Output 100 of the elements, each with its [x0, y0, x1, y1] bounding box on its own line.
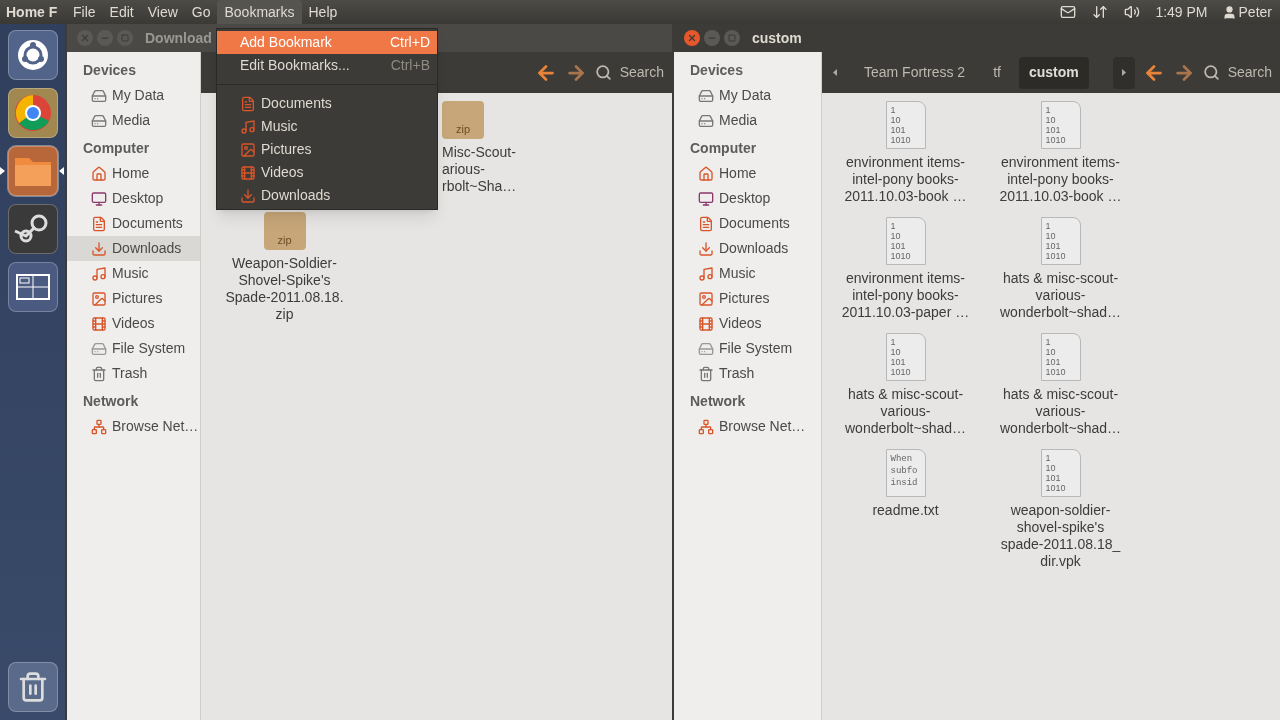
sidebar-heading: Devices: [689, 61, 744, 80]
sidebar-item[interactable]: Desktop: [67, 186, 200, 211]
search-button[interactable]: Search: [594, 62, 664, 83]
sidebar-heading: Network: [689, 392, 747, 411]
videos-folder-icon: [698, 315, 714, 332]
launcher-button[interactable]: [7, 88, 58, 138]
launcher-button[interactable]: [7, 262, 58, 312]
menu-title[interactable]: Edit: [102, 0, 141, 24]
workspace-grid-icon: [15, 274, 50, 300]
path-button[interactable]: Team Fortress 2: [854, 56, 976, 89]
file-name: hats & misc-scout- various- wonderbolt~shad…: [1000, 386, 1121, 437]
sidebar-item[interactable]: Media: [674, 108, 821, 133]
file-item[interactable]: 1 10 101 1010 hats & misc-scout- various- wonderbolt~shad…: [983, 209, 1138, 325]
sidebar-item[interactable]: Trash: [67, 361, 200, 386]
file-name: environment items- intel-pony books- 2011.10.03-paper …: [841, 270, 970, 321]
sidebar-item[interactable]: File System: [674, 336, 821, 361]
sidebar-heading: Computer: [689, 139, 758, 158]
downloads-folder-icon: [698, 240, 714, 257]
clock[interactable]: 1:49 PM: [1155, 1, 1208, 23]
launcher-button[interactable]: [7, 204, 58, 254]
file-item[interactable]: 1 10 101 1010 hats & misc-scout- various- wonderbolt~shad…: [828, 325, 983, 441]
sidebar-item[interactable]: My Data: [67, 83, 200, 108]
menu-title[interactable]: Help: [301, 0, 345, 24]
archive-icon: zip: [442, 101, 484, 139]
sidebar-label: Media: [719, 111, 758, 130]
sidebar-item[interactable]: Pictures: [67, 286, 200, 311]
sidebar-label: Browse Net…: [719, 417, 806, 436]
file-item[interactable]: 1 10 101 1010 hats & misc-scout- various- wonderbolt~shad…: [983, 325, 1138, 441]
document-icon: When subfo insid: [885, 449, 926, 497]
close-icon: [687, 33, 697, 43]
mail-icon[interactable]: [1059, 4, 1078, 20]
sidebar-item[interactable]: File System: [67, 336, 200, 361]
menu-title[interactable]: Go: [184, 0, 218, 24]
scroll-right-button[interactable]: [1112, 56, 1135, 89]
sidebar-item[interactable]: Trash: [674, 361, 821, 386]
pictures-folder-icon: [240, 141, 256, 158]
close-icon: [80, 33, 90, 43]
maximize-button[interactable]: [724, 30, 740, 46]
sidebar-label: Trash: [719, 364, 755, 383]
sidebar-item[interactable]: Videos: [674, 311, 821, 336]
document-icon: 1 10 101 1010: [1040, 333, 1081, 381]
home-folder-icon: [91, 165, 107, 182]
user-menu[interactable]: Peter: [1221, 1, 1272, 23]
file-name: readme.txt: [872, 502, 939, 519]
videos-folder-icon: [91, 315, 107, 332]
sidebar-item[interactable]: Browse Net…: [67, 414, 200, 439]
search-button[interactable]: Search: [1202, 62, 1272, 83]
volume-icon[interactable]: [1123, 4, 1142, 20]
path-button[interactable]: custom: [1018, 56, 1089, 89]
sidebar-item[interactable]: My Data: [674, 83, 821, 108]
close-button[interactable]: [77, 30, 93, 46]
sidebar-label: Desktop: [719, 189, 771, 208]
maximize-icon: [121, 34, 129, 42]
menu-item-label: Pictures: [261, 140, 312, 159]
sidebar-label: My Data: [112, 86, 165, 105]
sidebar-item[interactable]: Media: [67, 108, 200, 133]
sidebar-label: Media: [112, 111, 151, 130]
music-folder-icon: [698, 265, 714, 282]
search-icon: [594, 64, 612, 81]
drive-icon: [91, 112, 107, 129]
path-button[interactable]: tf: [983, 56, 1011, 89]
sidebar-item[interactable]: Desktop: [674, 186, 821, 211]
menu-title[interactable]: File: [66, 0, 103, 24]
menu-title[interactable]: Bookmarks: [217, 0, 302, 24]
desktop-icon: [91, 190, 107, 207]
network-icon[interactable]: [1091, 4, 1110, 20]
launcher-button[interactable]: [7, 30, 58, 80]
window-title: custom: [752, 28, 802, 48]
sidebar-item[interactable]: Videos: [67, 311, 200, 336]
sidebar-item[interactable]: Home: [67, 161, 200, 186]
sidebar-item[interactable]: Music: [674, 261, 821, 286]
downloads-folder-icon: [240, 187, 256, 204]
sidebar-item[interactable]: Browse Net…: [674, 414, 821, 439]
sidebar-item[interactable]: Documents: [674, 211, 821, 236]
file-item[interactable]: 1 10 101 1010 environment items- intel-pony books- 2011.10.03-book …: [828, 93, 983, 209]
file-item[interactable]: zip Weapon-Soldier- Shovel-Spike's Spade-2011.08.18. zip: [207, 204, 362, 327]
file-item[interactable]: 1 10 101 1010 weapon-soldier- shovel-spike's spade-2011.08.18_ dir.vpk: [983, 441, 1138, 574]
minimize-button[interactable]: [704, 30, 720, 46]
sidebar-item[interactable]: Documents: [67, 211, 200, 236]
sidebar-label: Trash: [112, 364, 148, 383]
sidebar-item[interactable]: Downloads: [67, 236, 200, 261]
sidebar-item[interactable]: Music: [67, 261, 200, 286]
sidebar-item[interactable]: Downloads: [674, 236, 821, 261]
sidebar-label: File System: [112, 339, 186, 358]
document-icon: 1 10 101 1010: [1040, 101, 1081, 149]
sidebar-item[interactable]: Home: [674, 161, 821, 186]
music-folder-icon: [240, 118, 256, 135]
menu-title[interactable]: View: [140, 0, 185, 24]
pictures-folder-icon: [91, 290, 107, 307]
launcher-button[interactable]: [7, 662, 58, 712]
sidebar-item[interactable]: Pictures: [674, 286, 821, 311]
sidebar-label: Home: [719, 164, 757, 183]
document-icon: 1 10 101 1010: [885, 333, 926, 381]
file-item[interactable]: 1 10 101 1010 environment items- intel-pony books- 2011.10.03-book …: [983, 93, 1138, 209]
caret-left-icon: [832, 69, 838, 76]
menu-item[interactable]: Edit Bookmarks... Ctrl+B: [217, 54, 437, 77]
file-name: hats & misc-scout- various- wonderbolt~shad…: [845, 386, 966, 437]
file-item[interactable]: 1 10 101 1010 environment items- intel-pony books- 2011.10.03-paper …: [828, 209, 983, 325]
file-item[interactable]: When subfo insid readme.txt: [828, 441, 983, 574]
close-button[interactable]: [684, 30, 700, 46]
